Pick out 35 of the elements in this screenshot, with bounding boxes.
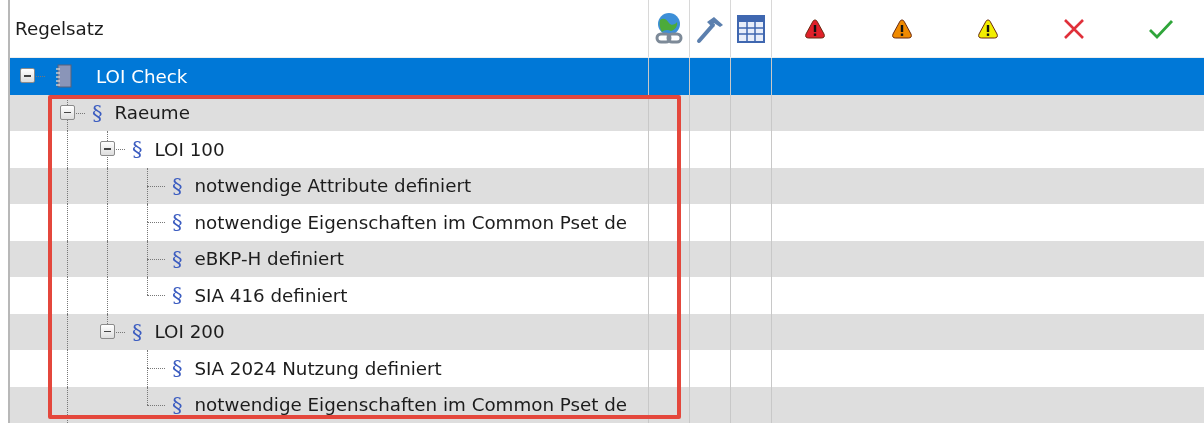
tree-row[interactable]: § LOI 200: [10, 313, 1204, 350]
section-sign: §: [92, 100, 103, 125]
table-icon[interactable]: [737, 14, 765, 43]
section-sign: §: [172, 392, 183, 417]
section-sign: §: [172, 210, 183, 235]
collapse-toggle[interactable]: [20, 68, 35, 84]
tree-row[interactable]: § eBKP-H definiert: [10, 240, 1204, 277]
rule-label: SIA 2024 Nutzung definiert: [194, 357, 442, 379]
notebook-icon: [56, 64, 72, 89]
rule-label: LOI 100: [154, 138, 225, 160]
collapse-toggle[interactable]: [60, 104, 75, 120]
tree-row[interactable]: LOI Check: [10, 58, 1204, 95]
section-sign: §: [132, 137, 143, 162]
rule-label: eBKP-H definiert: [194, 248, 345, 270]
section-sign: §: [172, 246, 183, 271]
collapse-toggle[interactable]: [100, 141, 115, 157]
rule-label: LOI 200: [154, 321, 225, 343]
rule-label: notwendige Eigenschaften im Common Pset de: [194, 211, 628, 233]
rule-label: notwendige Attribute definiert: [194, 175, 472, 197]
warning-icon[interactable]: [977, 17, 999, 40]
warning-icon[interactable]: [890, 17, 913, 40]
section-sign: §: [172, 173, 183, 198]
globe-link-icon[interactable]: [654, 11, 684, 46]
rule-label: LOI Check: [96, 65, 188, 87]
close-icon[interactable]: [1062, 16, 1087, 41]
section-sign: §: [132, 319, 143, 344]
warning-icon[interactable]: [804, 17, 827, 40]
collapse-toggle[interactable]: [100, 323, 115, 339]
rule-label: Raeume: [114, 102, 190, 124]
rule-label: notwendige Eigenschaften im Common Pset de: [194, 394, 628, 416]
section-sign: §: [172, 283, 183, 308]
section-sign: §: [172, 356, 183, 381]
column-header[interactable]: Regelsatz: [10, 18, 104, 39]
tree-row[interactable]: § notwendige Attribute definiert: [10, 167, 1204, 204]
rule-label: SIA 416 definiert: [194, 284, 348, 306]
